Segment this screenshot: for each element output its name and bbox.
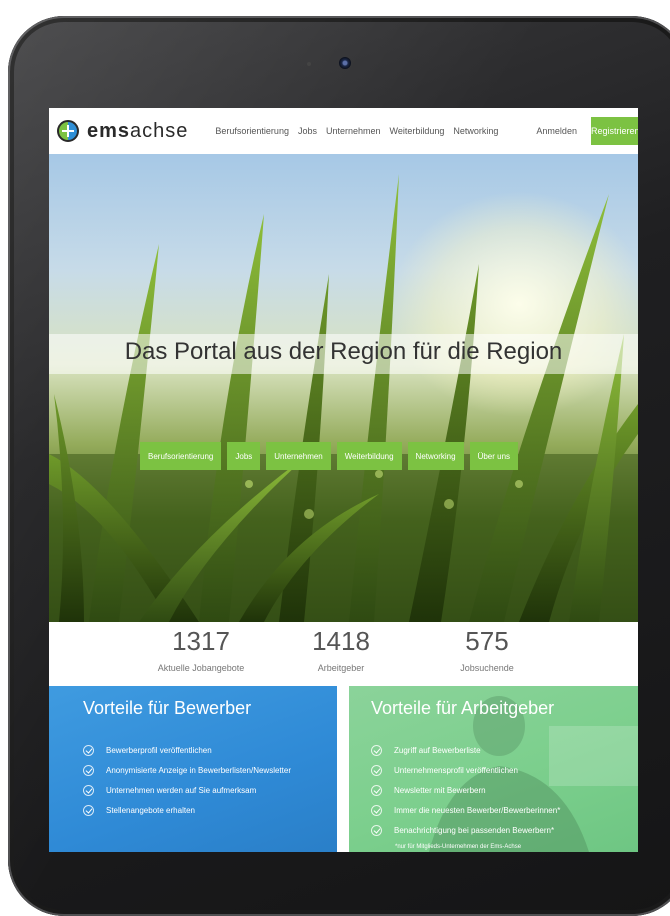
hero-button-jobs[interactable]: Jobs: [227, 442, 261, 470]
nav-link-networking[interactable]: Networking: [453, 126, 498, 136]
hero-button-networking[interactable]: Networking: [407, 442, 464, 470]
stat-value: 575: [465, 626, 509, 656]
check-circle-icon: [371, 824, 382, 836]
list-item-label: Unternehmensprofil veröffentlichen: [394, 765, 518, 775]
list-item: Bewerberprofil veröffentlichen: [83, 740, 291, 760]
check-circle-icon: [83, 784, 94, 796]
hero-button-weiterbildung[interactable]: Weiterbildung: [336, 442, 402, 470]
footnote: *nur für Mitglieds-Unternehmen der Ems-A…: [395, 844, 522, 850]
hero-button-unternehmen[interactable]: Unternehmen: [266, 442, 331, 470]
hero-button-berufsorientierung[interactable]: Berufsorientierung: [140, 442, 222, 470]
brand-name: emsachse: [87, 120, 188, 143]
nav-links: Berufsorientierung Jobs Unternehmen Weit…: [215, 126, 507, 136]
panel-title: Vorteile für Bewerber: [83, 698, 252, 718]
camera-icon: [339, 57, 351, 69]
list-item: Newsletter mit Bewerbern: [371, 780, 560, 800]
list-item-label: Newsletter mit Bewerbern: [394, 785, 486, 795]
stat-value: 1418: [312, 626, 370, 656]
list-item-label: Zugriff auf Bewerberliste: [394, 745, 481, 755]
stat-employers: 1418 Arbeitgeber: [281, 626, 401, 673]
hero-section: Das Portal aus der Region für die Region…: [49, 154, 638, 622]
hero-button-row: Berufsorientierung Jobs Unternehmen Weit…: [140, 442, 524, 470]
tablet-screen: emsachse Berufsorientierung Jobs Unterne…: [49, 108, 638, 852]
panel-title: Vorteile für Arbeitgeber: [371, 698, 555, 718]
list-item-label: Unternehmen werden auf Sie aufmerksam: [106, 785, 257, 795]
stat-label: Aktuelle Jobangebote: [157, 663, 245, 673]
applicant-benefits-list: Bewerberprofil veröffentlichen Anonymisi…: [83, 740, 291, 820]
check-circle-icon: [83, 744, 94, 756]
stat-job-offers: 1317 Aktuelle Jobangebote: [141, 626, 261, 673]
nav-link-jobs[interactable]: Jobs: [298, 126, 317, 136]
list-item: Benachrichtigung bei passenden Bewerbern…: [371, 820, 560, 840]
nav-link-unternehmen[interactable]: Unternehmen: [326, 126, 381, 136]
stat-label: Arbeitgeber: [317, 663, 365, 673]
list-item: Zugriff auf Bewerberliste: [371, 740, 560, 760]
emsachse-logo-icon: [57, 120, 79, 142]
check-circle-icon: [83, 764, 94, 776]
list-item-label: Stellenangebote erhalten: [106, 805, 195, 815]
list-item: Unternehmensprofil veröffentlichen: [371, 760, 560, 780]
brand-suffix: achse: [130, 119, 189, 142]
brand-prefix: ems: [87, 119, 131, 142]
list-item: Immer die neuesten Bewerber/Bewerberinne…: [371, 800, 560, 820]
stat-job-seekers: 575 Jobsuchende: [427, 626, 547, 673]
stat-value: 1317: [172, 626, 230, 656]
grass-field-image: [49, 174, 638, 622]
check-circle-icon: [371, 784, 382, 796]
list-item: Unternehmen werden auf Sie aufmerksam: [83, 780, 291, 800]
login-link[interactable]: Anmelden: [536, 126, 577, 136]
register-button[interactable]: Registrieren: [590, 117, 638, 145]
stats-bar: 1317 Aktuelle Jobangebote 1418 Arbeitgeb…: [49, 622, 638, 686]
list-item: Anonymisierte Anzeige in Bewerberlisten/…: [83, 760, 291, 780]
nav-link-weiterbildung[interactable]: Weiterbildung: [390, 126, 445, 136]
brand-logo[interactable]: emsachse: [57, 120, 188, 143]
hero-title: Das Portal aus der Region für die Region: [124, 338, 563, 365]
check-circle-icon: [371, 764, 382, 776]
list-item: Stellenangebote erhalten: [83, 800, 291, 820]
employer-benefits-panel: Vorteile für Arbeitgeber Zugriff auf Bew…: [349, 686, 638, 852]
check-circle-icon: [371, 804, 382, 816]
check-circle-icon: [83, 804, 94, 816]
stat-label: Jobsuchende: [460, 663, 514, 673]
top-navbar: emsachse Berufsorientierung Jobs Unterne…: [49, 108, 638, 154]
employer-benefits-list: Zugriff auf Bewerberliste Unternehmenspr…: [371, 740, 560, 840]
applicant-benefits-panel: Vorteile für Bewerber Bewerberprofil ver…: [49, 686, 337, 852]
list-item-label: Benachrichtigung bei passenden Bewerbern…: [394, 825, 555, 835]
hero-button-ueber-uns[interactable]: Über uns: [469, 442, 519, 470]
check-circle-icon: [371, 744, 382, 756]
list-item-label: Anonymisierte Anzeige in Bewerberlisten/…: [106, 765, 291, 775]
list-item-label: Bewerberprofil veröffentlichen: [106, 745, 212, 755]
list-item-label: Immer die neuesten Bewerber/Bewerberinne…: [394, 805, 561, 815]
sensor-dot: [307, 62, 311, 66]
nav-link-berufsorientierung[interactable]: Berufsorientierung: [215, 126, 289, 136]
